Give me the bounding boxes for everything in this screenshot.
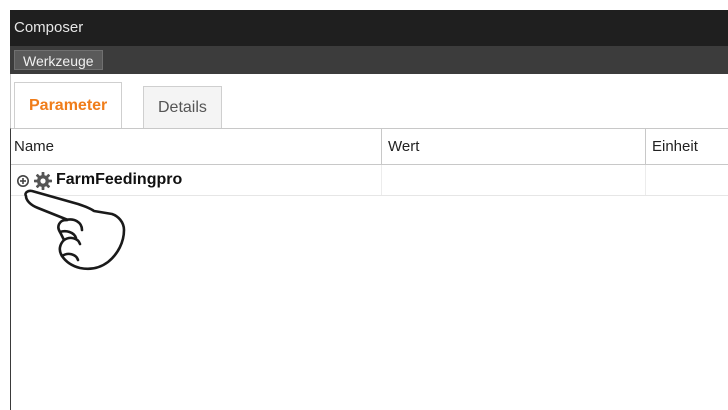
grid-header: Name Wert Einheit [11, 129, 728, 165]
column-header-unit[interactable]: Einheit [650, 129, 728, 164]
column-header-name[interactable]: Name [12, 129, 381, 164]
row-unit[interactable] [650, 165, 728, 195]
tab-parameter[interactable]: Parameter [14, 82, 123, 128]
cell-divider [645, 165, 646, 195]
column-divider[interactable] [645, 129, 646, 164]
tab-strip: Parameter Details [10, 74, 728, 128]
background-edge [0, 0, 10, 410]
menu-bar: Werkzeuge [10, 46, 728, 74]
menu-item-werkzeuge[interactable]: Werkzeuge [14, 50, 103, 70]
window-titlebar: Composer [10, 10, 728, 46]
column-divider[interactable] [381, 129, 382, 164]
pointing-hand-icon [24, 189, 126, 271]
column-header-value[interactable]: Wert [386, 129, 644, 164]
window-title: Composer [14, 19, 84, 36]
cell-divider [381, 165, 382, 195]
tab-details[interactable]: Details [143, 86, 222, 128]
row-value[interactable] [386, 165, 644, 195]
